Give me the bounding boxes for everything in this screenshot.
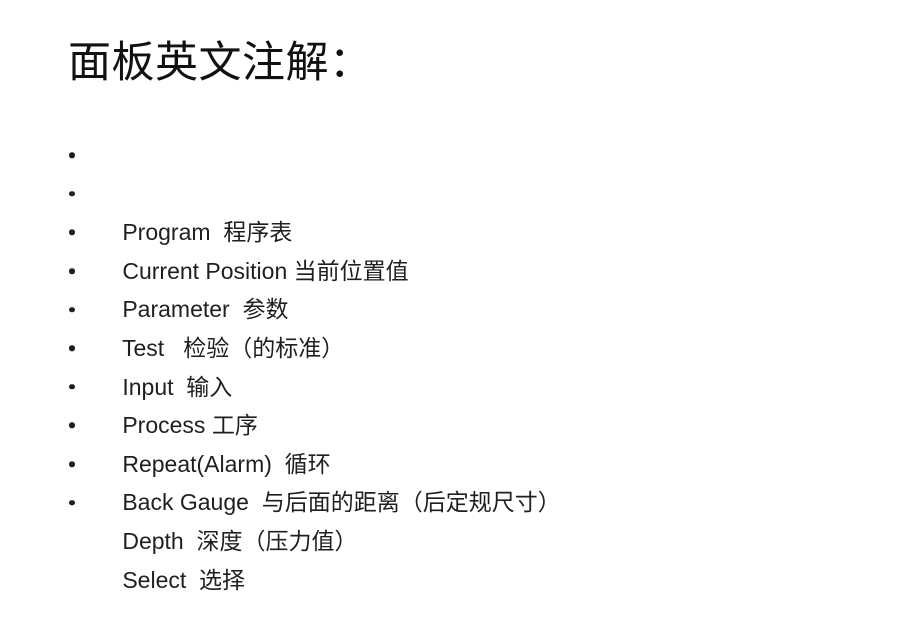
list-item-label: Depth 深度（压力值） — [122, 527, 358, 554]
page-title: 面板英文注解： — [68, 38, 373, 88]
bullet-dot-icon — [69, 384, 75, 390]
list-item: Depth 深度（压力值） — [64, 445, 900, 554]
bullet-dot-icon — [69, 268, 75, 274]
bullet-dot-icon — [69, 306, 75, 313]
bullet-dot-icon — [69, 499, 75, 506]
bullet-dot-icon — [69, 191, 75, 197]
bullet-dot-icon — [69, 345, 75, 352]
list-item: Test 检验（的标准） — [64, 252, 900, 361]
list-item: Back Gauge 与后面的距离（后定规尺寸） — [64, 406, 900, 515]
bullet-dot-icon — [69, 152, 75, 159]
list-item: Program 程序表 — [64, 136, 900, 245]
slide-canvas: 面板英文注解： Program 程序表 Current Position 当前位… — [0, 0, 920, 593]
list-item-label: Select 选择 — [122, 566, 246, 593]
list-item: Parameter 参数 — [64, 213, 900, 322]
bullet-dot-icon — [69, 422, 75, 429]
list-item: Current Position 当前位置值 — [64, 175, 900, 284]
list-item: Select 选择 — [64, 483, 900, 593]
list-item: Input 输入 — [64, 290, 900, 400]
list-item: Process 工序 — [64, 329, 900, 438]
bullet-dot-icon — [69, 229, 75, 236]
list-item: Repeat(Alarm) 循环 — [64, 368, 900, 477]
bullet-dot-icon — [69, 461, 75, 467]
bullet-list: Program 程序表 Current Position 当前位置值 Param… — [64, 136, 900, 593]
